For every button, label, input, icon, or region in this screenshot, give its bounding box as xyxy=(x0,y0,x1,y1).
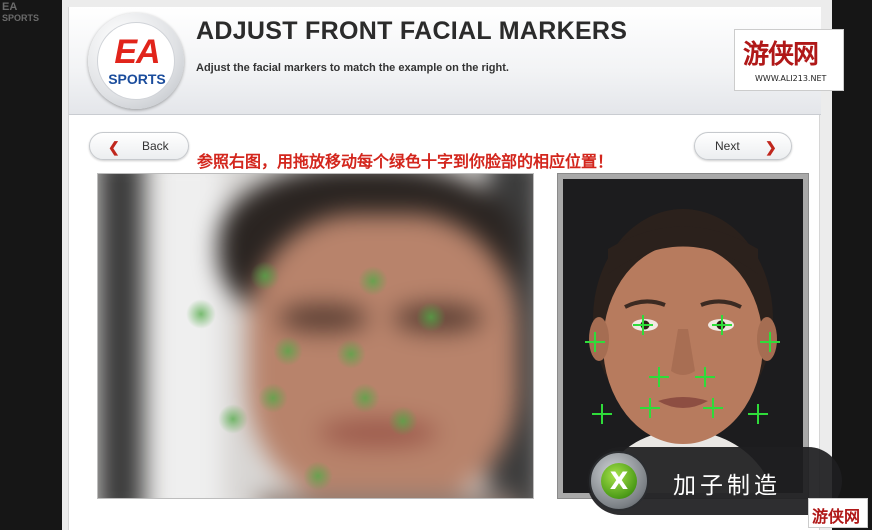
crosshair-icon xyxy=(748,404,768,424)
xbox-x-glyph: X xyxy=(601,463,637,499)
site-badge-url: WWW.ALI213.NET xyxy=(755,74,827,83)
site-watermark-badge: 游侠网 WWW.ALI213.NET xyxy=(734,29,844,91)
next-button-label: Next xyxy=(715,139,740,153)
crosshair-icon xyxy=(585,332,605,352)
crosshair-icon xyxy=(633,315,653,335)
next-button[interactable]: Next ❯ xyxy=(694,132,792,160)
crosshair-icon xyxy=(649,367,669,387)
user-marker-jaw-left[interactable] xyxy=(218,404,248,434)
user-marker-right-eye[interactable] xyxy=(358,266,388,296)
user-photo-panel xyxy=(97,173,534,499)
corner-logo-line2: SPORTS xyxy=(2,13,40,23)
chevron-left-icon: ❮ xyxy=(108,139,120,155)
back-button[interactable]: ❮ Back xyxy=(89,132,189,160)
xbox-credit-overlay: X 加子制造 xyxy=(587,447,842,515)
logo-sports-text: SPORTS xyxy=(108,71,166,87)
crosshair-icon xyxy=(760,332,780,352)
user-marker-mouth-left[interactable] xyxy=(258,383,288,413)
crosshair-icon xyxy=(695,367,715,387)
instruction-text: 参照右图，用拖放移动每个绿色十字到你脸部的相应位置！ xyxy=(197,152,614,171)
user-marker-mouth-right[interactable] xyxy=(350,383,380,413)
crosshair-icon xyxy=(640,398,660,418)
page-subtitle: Adjust the facial markers to match the e… xyxy=(196,62,509,74)
site-badge-text: 游侠网 xyxy=(743,40,819,70)
header: EA SPORTS ADJUST FRONT FACIAL MARKERS Ad… xyxy=(69,7,821,115)
chevron-right-icon: ❯ xyxy=(765,139,777,155)
corner-logo-line1: EA xyxy=(2,1,18,13)
user-marker-left-eye[interactable] xyxy=(250,261,280,291)
crosshair-icon xyxy=(712,315,732,335)
user-marker-right-cheek[interactable] xyxy=(416,302,446,332)
user-marker-nose-left[interactable] xyxy=(273,336,303,366)
logo-ea-text: EA xyxy=(114,33,160,71)
crosshair-icon xyxy=(703,398,723,418)
bottom-watermark: 游侠网 xyxy=(808,498,868,528)
reference-photo-image xyxy=(563,179,803,493)
back-button-label: Back xyxy=(142,139,169,153)
user-photo-image xyxy=(98,174,533,498)
xbox-logo-icon: X xyxy=(589,451,649,511)
ea-sports-logo: EA SPORTS xyxy=(88,13,184,109)
corner-ea-logo: EA SPORTS xyxy=(2,2,42,26)
page-title: ADJUST FRONT FACIAL MARKERS xyxy=(196,17,628,45)
crosshair-icon xyxy=(592,404,612,424)
xbox-overlay-label: 加子制造 xyxy=(673,473,781,499)
user-marker-nose-right[interactable] xyxy=(336,339,366,369)
user-marker-chin[interactable] xyxy=(303,461,333,491)
user-marker-left-cheek[interactable] xyxy=(186,299,216,329)
user-marker-jaw-right[interactable] xyxy=(388,406,418,436)
